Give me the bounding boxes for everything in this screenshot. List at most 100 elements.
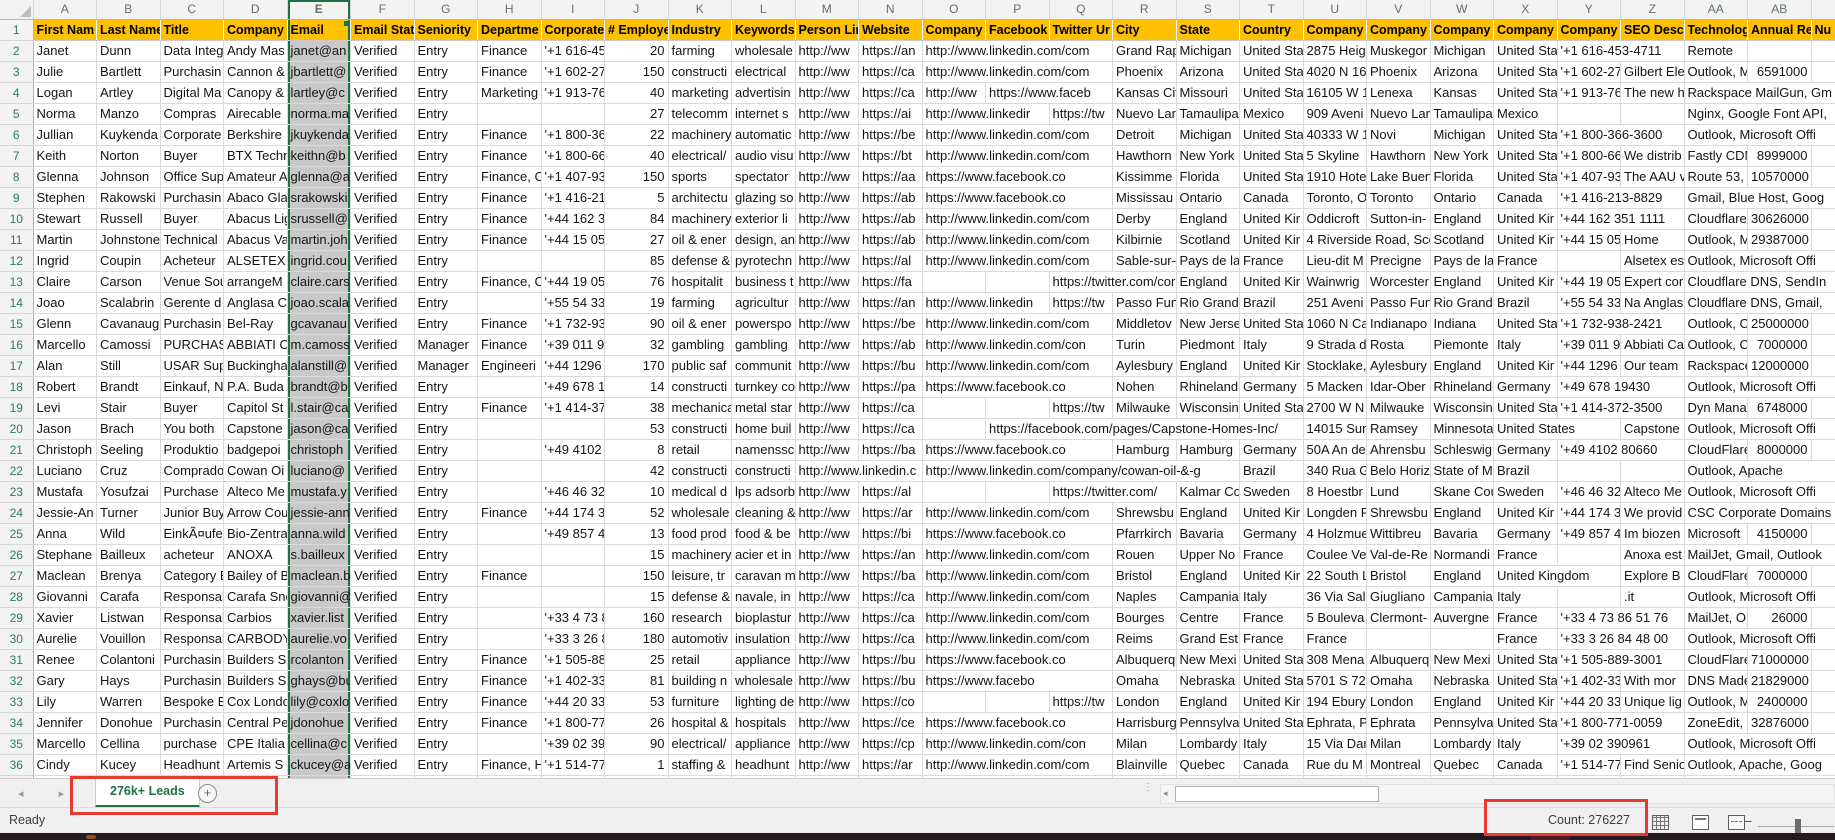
cell[interactable]: http://ww	[795, 271, 859, 293]
cell[interactable]: Kucey	[96, 754, 161, 776]
cell[interactable]: Campania	[1176, 586, 1240, 608]
cell[interactable]: Nohen	[1112, 376, 1177, 398]
row-number[interactable]: 30	[0, 628, 34, 650]
cell[interactable]: 90	[604, 733, 669, 755]
cell[interactable]: http://ww	[795, 355, 859, 377]
cell[interactable]: England	[1176, 502, 1240, 524]
select-all-corner[interactable]	[0, 0, 34, 20]
cell[interactable]: Brazil	[1239, 460, 1304, 482]
cell[interactable]: Italy	[1239, 586, 1304, 608]
cell[interactable]: Indiana	[1430, 313, 1494, 335]
cell[interactable]: 150	[604, 61, 669, 83]
cell[interactable]: Cannon &	[223, 61, 288, 83]
cell[interactable]: Passo Fun	[1112, 292, 1177, 314]
cell[interactable]: England	[1430, 355, 1494, 377]
cell[interactable]: https://pa	[858, 376, 923, 398]
cell[interactable]: Phoenix	[1112, 61, 1177, 83]
cell[interactable]: Verified	[350, 586, 415, 608]
cell[interactable]: Upper No	[1176, 544, 1240, 566]
cell[interactable]	[477, 481, 542, 503]
cell[interactable]: Val-de-Re	[1366, 544, 1431, 566]
cell[interactable]: ZoneEdit,	[1684, 712, 1748, 734]
cell[interactable]: Pays de la	[1176, 250, 1240, 272]
column-letter[interactable]: Q	[1049, 0, 1113, 20]
cell[interactable]	[477, 586, 542, 608]
cell[interactable]: Verified	[350, 271, 415, 293]
cell[interactable]: '+1 800-366-3600	[1557, 124, 1685, 146]
cell[interactable]: PURCHASI	[160, 334, 224, 356]
cell[interactable]: 53	[604, 691, 669, 713]
cell[interactable]: Donohue	[96, 712, 161, 734]
cell[interactable]: MailJet, Gmail, Outlook	[1684, 544, 1835, 566]
cell[interactable]: Purchasin	[160, 670, 224, 692]
cell[interactable]: Dunn	[96, 40, 161, 62]
zoom-slider-handle[interactable]	[1795, 819, 1801, 833]
cell[interactable]: Entry	[414, 712, 478, 734]
cell[interactable]: Jason	[33, 418, 97, 440]
row-number[interactable]: 28	[0, 586, 34, 608]
cell[interactable]: France	[1239, 607, 1304, 629]
cell[interactable]	[1811, 565, 1835, 587]
cell[interactable]	[1811, 607, 1835, 629]
row-number[interactable]: 36	[0, 754, 34, 776]
cell[interactable]: 909 Aveni	[1303, 103, 1367, 125]
cell[interactable]: http://ww	[795, 376, 859, 398]
cell[interactable]: Johnstone	[96, 229, 161, 251]
cell[interactable]: Verified	[350, 397, 415, 419]
cell[interactable]: Rackspace MailGun, Gm	[1684, 82, 1835, 104]
cell[interactable]: Capstone	[223, 418, 288, 440]
cell[interactable]: http://www.linkedin.com/company/cowan-oi…	[922, 460, 1240, 482]
cell[interactable]: s.bailleux	[287, 544, 351, 566]
cell[interactable]: Italy	[1239, 334, 1304, 356]
cell[interactable]: Tamaulipa	[1430, 103, 1494, 125]
cell[interactable]: https://tw	[1049, 397, 1113, 419]
cell[interactable]: Lenexa	[1366, 82, 1431, 104]
cell[interactable]: Scotland	[1430, 229, 1494, 251]
cell[interactable]: Kalmar Co	[1176, 481, 1240, 503]
cell[interactable]: France	[1239, 544, 1304, 566]
cell[interactable]: Florida	[1430, 166, 1494, 188]
cell[interactable]	[541, 565, 605, 587]
cell[interactable]: Michigan	[1430, 124, 1494, 146]
cell[interactable]: http://www.linkedin.com/com	[922, 586, 1113, 608]
cell[interactable]: P.A. Buda	[223, 376, 288, 398]
cell[interactable]: Bristol	[1112, 565, 1177, 587]
cell[interactable]: Entry	[414, 586, 478, 608]
cell[interactable]: 40333 W 1	[1303, 124, 1367, 146]
cell[interactable]: Verified	[350, 754, 415, 776]
cell[interactable]: Worcester	[1366, 271, 1431, 293]
cell[interactable]	[1811, 40, 1835, 62]
cell[interactable]: Entry	[414, 187, 478, 209]
cell[interactable]: http://ww	[795, 103, 859, 125]
cell[interactable]: Gilbert Ele	[1620, 61, 1685, 83]
cell[interactable]: 32	[604, 334, 669, 356]
row-number[interactable]: 26	[0, 544, 34, 566]
cell[interactable]: alanstill@	[287, 355, 351, 377]
cell[interactable]: http://www.linkedin.com/com	[922, 40, 1113, 62]
cell[interactable]	[541, 250, 605, 272]
cell[interactable]: United Kir	[1239, 691, 1304, 713]
cell[interactable]: United Sta	[1493, 40, 1558, 62]
cell[interactable]: Kilbirnie	[1112, 229, 1177, 251]
cell[interactable]: mustafa.y	[287, 481, 351, 503]
cell[interactable]: http://www.linkedin.com/com	[922, 61, 1113, 83]
cell[interactable]: wholesale	[731, 40, 796, 62]
cell[interactable]: Outlook, Microsoft Offi	[1684, 481, 1835, 503]
cell[interactable]: Julie	[33, 61, 97, 83]
cell[interactable]: 52	[604, 502, 669, 524]
cell[interactable]: 340 Rua G	[1303, 460, 1367, 482]
cell[interactable]: oil & ener	[668, 229, 732, 251]
cell[interactable]: 150	[604, 166, 669, 188]
cell[interactable]	[1811, 670, 1835, 692]
cell[interactable]: Norton	[96, 145, 161, 167]
cell[interactable]: 30626000	[1747, 208, 1812, 230]
cell[interactable]: Johnson	[96, 166, 161, 188]
cell[interactable]: Arizona	[1430, 61, 1494, 83]
cell[interactable]: machinery	[668, 124, 732, 146]
cell[interactable]: https://www.facebook.co	[922, 187, 1113, 209]
cell[interactable]: business t	[731, 271, 796, 293]
cell[interactable]: Cowan Oi	[223, 460, 288, 482]
cell[interactable]: https://bt	[858, 145, 923, 167]
cell[interactable]: Finance	[477, 208, 542, 230]
cell[interactable]: The new h	[1620, 82, 1685, 104]
